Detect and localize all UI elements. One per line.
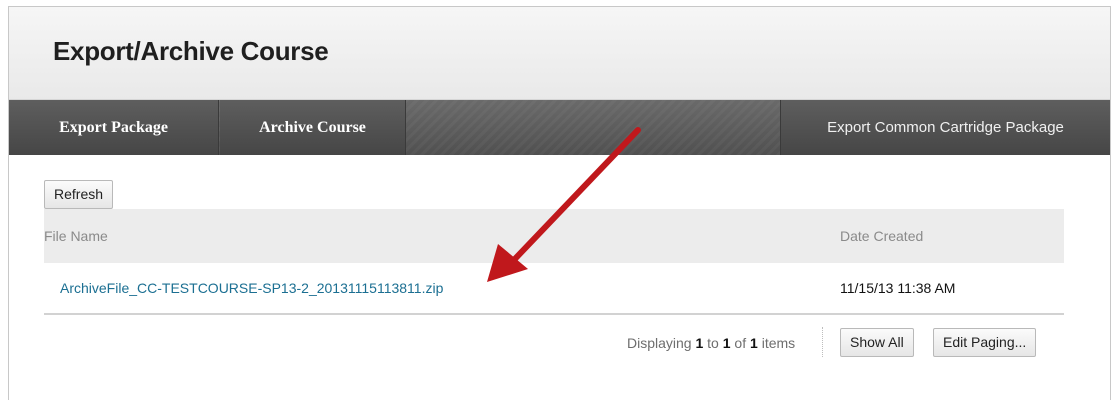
paging-end: 1 [722, 335, 731, 351]
paging-summary: Displaying 1 to 1 of 1 items [627, 335, 795, 351]
table-header: File Name Date Created [44, 209, 1064, 263]
paging-of: of [730, 335, 751, 351]
column-header-file-name[interactable]: File Name [44, 228, 108, 244]
table-row: ArchiveFile_CC-TESTCOURSE-SP13-2_2013111… [44, 263, 1064, 315]
refresh-button[interactable]: Refresh [44, 180, 114, 209]
archive-file-link[interactable]: ArchiveFile_CC-TESTCOURSE-SP13-2_2013111… [60, 280, 443, 296]
paging-divider [822, 327, 823, 357]
paging-to: to [703, 335, 723, 351]
paging-prefix: Displaying [627, 335, 696, 351]
paging-suffix: items [757, 335, 796, 351]
tab-bar: Export Package Archive Course Export Com… [9, 100, 1110, 155]
column-header-date-created[interactable]: Date Created [840, 228, 923, 244]
title-bar: Export/Archive Course [9, 7, 1110, 100]
paging-total: 1 [750, 335, 758, 351]
page-title: Export/Archive Course [53, 36, 329, 66]
date-created-cell: 11/15/13 11:38 AM [840, 280, 956, 296]
tab-archive-course[interactable]: Archive Course [220, 100, 406, 155]
edit-paging-button[interactable]: Edit Paging... [933, 328, 1037, 357]
tab-export-common-cartridge-package[interactable]: Export Common Cartridge Package [780, 100, 1110, 155]
show-all-button[interactable]: Show All [840, 328, 914, 357]
tab-export-package[interactable]: Export Package [9, 100, 219, 155]
